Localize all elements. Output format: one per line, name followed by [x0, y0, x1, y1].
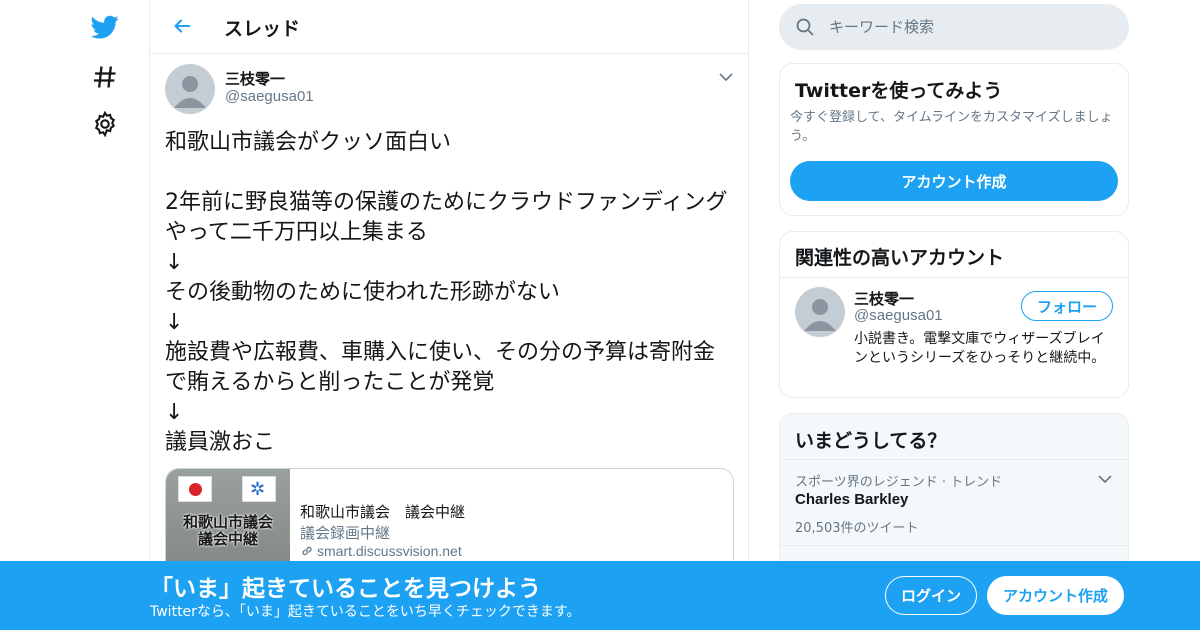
japan-flag-icon	[178, 476, 212, 502]
related-account-name[interactable]: 三枝零一	[854, 288, 914, 309]
city-flag-icon: ✲	[242, 476, 276, 502]
twitter-bird-icon[interactable]	[88, 10, 122, 44]
avatar[interactable]	[795, 287, 845, 337]
link-icon	[302, 546, 312, 556]
search-input[interactable]	[829, 16, 1109, 38]
divider	[780, 277, 1128, 278]
related-account-handle[interactable]: @saegusa01	[854, 307, 943, 324]
hashtag-icon[interactable]	[88, 60, 122, 94]
chevron-down-icon[interactable]	[1096, 471, 1114, 487]
bottom-banner: 「いま」起きていることを見つけよう Twitterなら、「いま」起きていることを…	[0, 561, 1200, 630]
left-nav	[0, 0, 150, 630]
arrow-left-icon[interactable]	[168, 12, 196, 40]
thread-header: スレッド	[150, 0, 748, 54]
page: スレッド 三枝零一 @saegusa01 和歌山市議会がクッソ面白い 2年前に野…	[0, 0, 1200, 630]
tweet-text: 和歌山市議会がクッソ面白い 2年前に野良猫等の保護のためにクラウドファンディング…	[165, 130, 728, 455]
banner-title: 「いま」起きていることを見つけよう	[150, 576, 541, 602]
card-domain: smart.discussvision.net	[300, 543, 462, 559]
trend-name[interactable]: Charles Barkley	[795, 491, 908, 508]
search-icon	[796, 18, 814, 36]
follow-button[interactable]: フォロー	[1021, 291, 1113, 321]
related-accounts-title: 関連性の高いアカウント	[795, 247, 1005, 269]
tweet-author-handle[interactable]: @saegusa01	[225, 88, 314, 105]
card-domain-text: smart.discussvision.net	[317, 543, 462, 559]
related-accounts-box: 関連性の高いアカウント 三枝零一 @saegusa01 フォロー 小説書き。電撃…	[779, 231, 1129, 398]
signup-box: Twitterを使ってみよう 今すぐ登録して、タイムラインをカスタマイズしましょ…	[779, 63, 1129, 216]
signup-button[interactable]: アカウント作成	[987, 576, 1124, 615]
login-button[interactable]: ログイン	[885, 576, 977, 615]
trends-title: いまどうしてる？	[795, 430, 947, 452]
avatar[interactable]	[165, 64, 215, 114]
signup-box-title: Twitterを使ってみよう	[795, 80, 1003, 102]
trend-category: スポーツ界のレジェンド · トレンド	[795, 475, 1003, 490]
chevron-down-icon[interactable]	[716, 68, 736, 86]
search-bar	[779, 4, 1129, 50]
page-title: スレッド	[224, 18, 301, 40]
create-account-button[interactable]: アカウント作成	[790, 161, 1118, 201]
banner-subtitle: Twitterなら、「いま」起きていることをいち早くチェックできます。	[150, 604, 581, 620]
related-account-bio: 小説書き。電撃文庫でウィザーズブレインというシリーズをひっそりと継続中。	[854, 331, 1106, 366]
card-description: 議会録画中継	[300, 524, 391, 542]
gear-icon[interactable]	[88, 107, 122, 141]
divider	[780, 545, 1128, 546]
card-title: 和歌山市議会 議会中継	[300, 503, 466, 521]
trend-count: 20,503件のツイート	[795, 521, 919, 536]
divider	[780, 459, 1128, 460]
thread-column: スレッド 三枝零一 @saegusa01 和歌山市議会がクッソ面白い 2年前に野…	[149, 0, 749, 630]
tweet-author-name[interactable]: 三枝零一	[225, 68, 285, 89]
signup-box-subtitle: 今すぐ登録して、タイムラインをカスタマイズしましょう。	[790, 110, 1113, 144]
card-thumbnail-text: 和歌山市議会 議会中継	[182, 513, 273, 548]
